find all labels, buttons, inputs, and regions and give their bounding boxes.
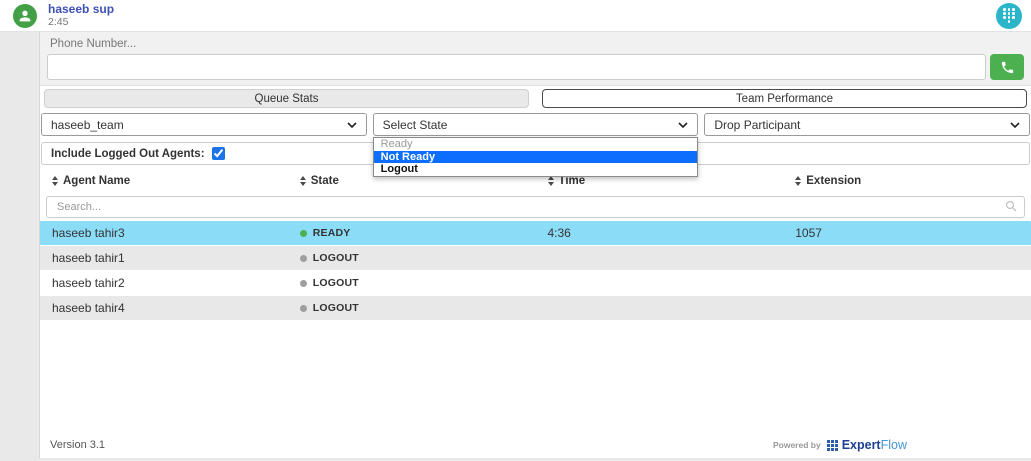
agent-name-cell: haseeb tahir1 bbox=[40, 251, 288, 265]
state-option-logout[interactable]: Logout bbox=[374, 163, 698, 176]
state-select-dropdown: Ready Not Ready Logout bbox=[373, 137, 699, 177]
content-panel: Phone Number... Queue Stats Team Perform… bbox=[40, 32, 1031, 458]
brand-name-secondary: Flow bbox=[881, 438, 907, 452]
chevron-down-icon bbox=[1010, 122, 1020, 128]
call-button[interactable] bbox=[990, 54, 1024, 80]
table-row-agent[interactable]: haseeb tahir3 READY 4:36 1057 bbox=[40, 221, 1031, 245]
drop-participant-select-value: Drop Participant bbox=[714, 118, 800, 132]
filters-row: haseeb_team Select State Ready Not Ready… bbox=[40, 110, 1031, 138]
state-select[interactable]: Select State bbox=[373, 113, 699, 136]
user-avatar-icon bbox=[13, 4, 37, 28]
left-margin-strip bbox=[0, 32, 40, 458]
sort-icon bbox=[300, 176, 306, 186]
include-logged-out-checkbox[interactable] bbox=[212, 147, 225, 160]
view-tabs: Queue Stats Team Performance bbox=[40, 86, 1031, 110]
main-area: Phone Number... Queue Stats Team Perform… bbox=[0, 32, 1031, 458]
brand-name-primary: Expert bbox=[842, 438, 881, 452]
agent-state-cell: LOGOUT bbox=[288, 302, 536, 314]
dialpad-button[interactable] bbox=[996, 3, 1022, 29]
agent-state-cell: READY bbox=[288, 227, 536, 239]
include-logged-out-label: Include Logged Out Agents: bbox=[51, 148, 205, 160]
sort-icon bbox=[52, 176, 58, 186]
logout-status-dot-icon bbox=[300, 255, 307, 262]
tab-team-performance[interactable]: Team Performance bbox=[542, 89, 1027, 108]
expertflow-logo-icon bbox=[827, 440, 838, 451]
column-header-agent-name[interactable]: Agent Name bbox=[40, 175, 288, 187]
state-select-value: Select State bbox=[383, 118, 448, 132]
search-input[interactable] bbox=[46, 196, 1025, 218]
dialpad-icon bbox=[1003, 8, 1015, 11]
agent-extension-cell: 1057 bbox=[783, 226, 1031, 240]
user-name: haseeb sup bbox=[48, 3, 114, 17]
phone-number-input[interactable] bbox=[47, 54, 986, 80]
powered-by-label: Powered by bbox=[773, 440, 821, 450]
version-label: Version 3.1 bbox=[50, 439, 105, 451]
logout-status-dot-icon bbox=[300, 280, 307, 287]
table-row-agent[interactable]: haseeb tahir1 LOGOUT bbox=[40, 246, 1031, 270]
ready-status-dot-icon bbox=[300, 230, 307, 237]
agent-name-cell: haseeb tahir4 bbox=[40, 301, 288, 315]
logout-status-dot-icon bbox=[300, 305, 307, 312]
agent-name-cell: haseeb tahir2 bbox=[40, 276, 288, 290]
footer: Version 3.1 Powered by ExpertFlow bbox=[40, 432, 1031, 458]
tab-queue-stats[interactable]: Queue Stats bbox=[44, 89, 529, 108]
team-select-value: haseeb_team bbox=[51, 118, 124, 132]
chevron-down-icon bbox=[678, 122, 688, 128]
drop-participant-select[interactable]: Drop Participant bbox=[704, 113, 1030, 136]
agent-state-cell: LOGOUT bbox=[288, 277, 536, 289]
search-icon bbox=[1005, 200, 1017, 212]
top-bar: haseeb sup 2:45 bbox=[0, 0, 1031, 32]
state-option-not-ready[interactable]: Not Ready bbox=[374, 151, 698, 164]
agent-state-cell: LOGOUT bbox=[288, 252, 536, 264]
sort-icon bbox=[548, 176, 554, 186]
table-row-agent[interactable]: haseeb tahir2 LOGOUT bbox=[40, 271, 1031, 295]
agent-time-cell: 4:36 bbox=[536, 226, 784, 240]
table-row-agent[interactable]: haseeb tahir4 LOGOUT bbox=[40, 296, 1031, 320]
column-header-extension[interactable]: Extension bbox=[783, 175, 1031, 187]
session-timer: 2:45 bbox=[48, 16, 114, 28]
user-info: haseeb sup 2:45 bbox=[48, 3, 114, 29]
chevron-down-icon bbox=[347, 122, 357, 128]
state-option-ready[interactable]: Ready bbox=[374, 138, 698, 151]
phone-section: Phone Number... bbox=[40, 32, 1031, 86]
phone-number-label: Phone Number... bbox=[47, 37, 1024, 54]
sort-icon bbox=[795, 176, 801, 186]
agent-name-cell: haseeb tahir3 bbox=[40, 226, 288, 240]
table-search-row bbox=[40, 194, 1031, 221]
empty-table-area bbox=[40, 321, 1031, 432]
team-select[interactable]: haseeb_team bbox=[41, 113, 367, 136]
powered-by-brand: Powered by ExpertFlow bbox=[773, 438, 907, 452]
phone-icon bbox=[1000, 60, 1015, 75]
